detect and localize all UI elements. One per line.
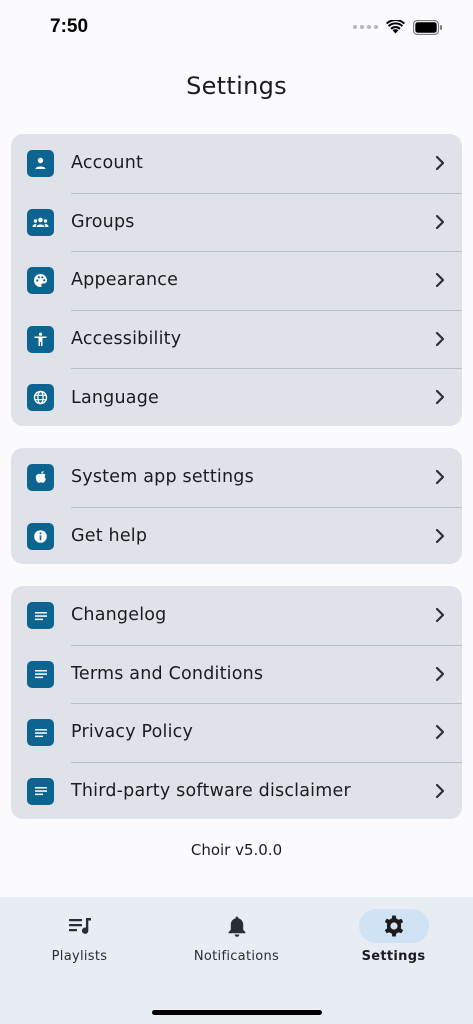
chevron-right-icon: [435, 331, 445, 346]
gear-icon: [384, 915, 403, 937]
settings-row-label: Language: [71, 387, 159, 408]
settings-row-appearance[interactable]: Appearance: [11, 251, 462, 310]
chevron-right-icon: [435, 469, 445, 485]
settings-row-third-party-disclaimer[interactable]: Third-party software disclaimer: [11, 761, 462, 819]
accessibility-icon: [27, 325, 54, 353]
battery-icon: [413, 19, 442, 35]
person-icon: [27, 150, 54, 177]
settings-row-terms-and-conditions[interactable]: Terms and Conditions: [11, 644, 462, 704]
active-tab-indicator: [358, 909, 429, 943]
info-icon: [27, 522, 54, 550]
settings-row-groups[interactable]: Groups: [11, 192, 462, 252]
settings-group-support: System app settings Get help: [11, 448, 462, 564]
settings-row-label: Account: [71, 153, 144, 174]
tab-notifications[interactable]: Notifications: [158, 909, 315, 973]
tab-label: Notifications: [193, 949, 280, 964]
document-lines-icon: [27, 777, 54, 805]
settings-row-label: Groups: [71, 211, 135, 232]
chevron-right-icon: [435, 214, 445, 229]
settings-row-language[interactable]: Language: [11, 368, 462, 426]
apple-icon: [27, 464, 54, 491]
status-icons: [353, 18, 443, 36]
chevron-right-icon: [435, 155, 445, 171]
settings-row-label: Get help: [71, 525, 148, 546]
chevron-right-icon: [435, 783, 445, 798]
settings-row-label: Third-party software disclaimer: [71, 781, 351, 802]
home-indicator[interactable]: [152, 1010, 322, 1015]
playlist-icon: [68, 918, 91, 934]
tab-label: Playlists: [51, 949, 108, 964]
settings-group-general: Account Groups Appearance Accessibility …: [11, 134, 462, 426]
chevron-right-icon: [435, 607, 445, 623]
settings-row-get-help[interactable]: Get help: [11, 506, 462, 564]
tab-bar: Playlists Notifications Settings: [0, 897, 473, 1024]
chevron-right-icon: [435, 666, 445, 681]
settings-group-legal: Changelog Terms and Conditions Privacy P…: [11, 586, 462, 819]
document-lines-icon: [27, 719, 54, 747]
document-lines-icon: [27, 602, 54, 629]
settings-row-label: Accessibility: [71, 329, 182, 350]
settings-row-accessibility[interactable]: Accessibility: [11, 309, 462, 369]
settings-row-label: System app settings: [71, 467, 254, 488]
settings-row-privacy-policy[interactable]: Privacy Policy: [11, 703, 462, 762]
signal-dots-icon: [353, 25, 378, 29]
status-time: 7:50: [50, 16, 89, 37]
chevron-right-icon: [435, 273, 445, 288]
settings-row-label: Terms and Conditions: [71, 663, 264, 684]
document-lines-icon: [27, 660, 54, 688]
settings-row-label: Privacy Policy: [71, 722, 194, 743]
app-version: Choir v5.0.0: [190, 841, 283, 859]
tab-playlists[interactable]: Playlists: [1, 909, 158, 973]
wifi-icon: [386, 20, 405, 34]
settings-row-system-app-settings[interactable]: System app settings: [11, 448, 462, 507]
settings-row-account[interactable]: Account: [11, 134, 462, 193]
globe-icon: [27, 384, 54, 412]
chevron-right-icon: [435, 390, 445, 405]
palette-icon: [27, 267, 54, 295]
tab-settings[interactable]: Settings: [315, 909, 472, 973]
chevron-right-icon: [435, 528, 445, 543]
tab-label: Settings: [361, 949, 426, 964]
page-title: Settings: [186, 72, 287, 100]
group-icon: [27, 208, 54, 236]
settings-row-label: Appearance: [71, 270, 179, 291]
bell-icon: [228, 916, 245, 937]
settings-row-changelog[interactable]: Changelog: [11, 586, 462, 645]
settings-row-label: Changelog: [71, 605, 167, 626]
status-bar: 7:50: [0, 0, 473, 54]
chevron-right-icon: [435, 725, 445, 740]
